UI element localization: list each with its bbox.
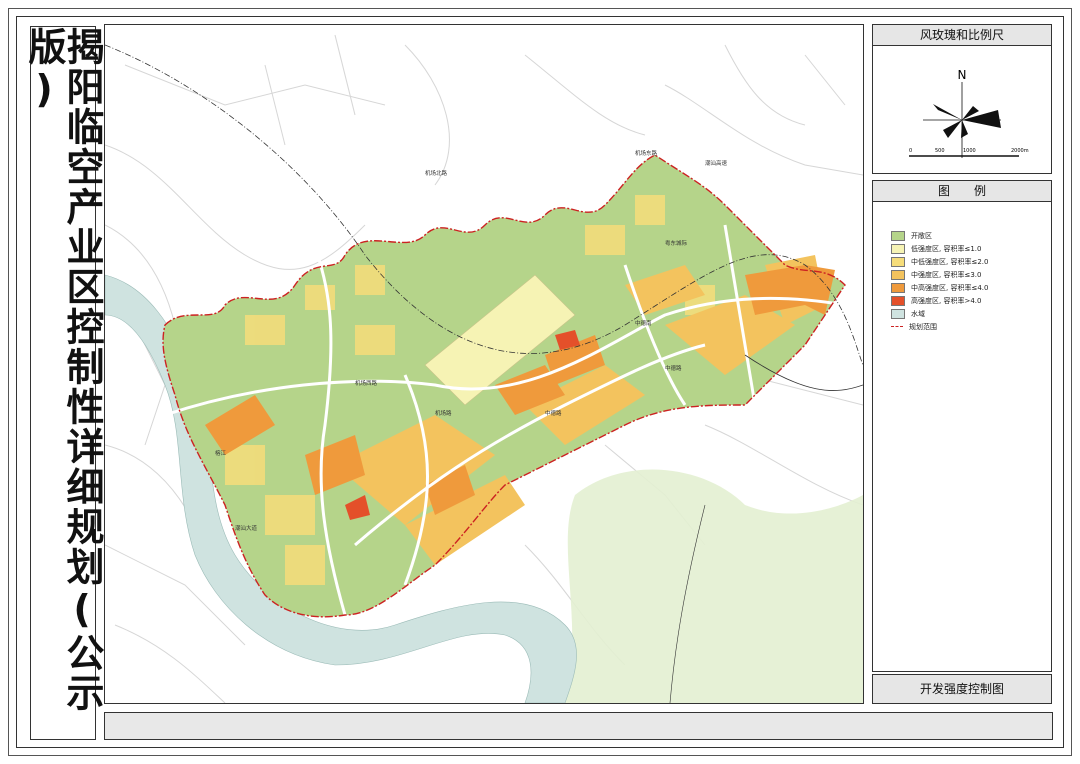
scale-tick: 1000 — [963, 148, 976, 154]
legend-item: 开敞区 — [891, 229, 988, 242]
north-label: N — [958, 68, 967, 82]
map-label: 中德南 — [635, 319, 652, 327]
legend-swatch-boundary — [891, 326, 903, 327]
legend-swatch — [891, 243, 905, 254]
map-label: 中德路 — [665, 364, 682, 372]
legend-item: 低强度区, 容积率≤1.0 — [891, 242, 988, 255]
scale-tick: 2000m — [1011, 148, 1029, 154]
drawing-title: 开发强度控制图 — [872, 674, 1052, 704]
compass-heading: 风玫瑰和比例尺 — [873, 25, 1051, 46]
legend-swatch — [891, 230, 905, 241]
map-label: 机场东路 — [635, 149, 658, 157]
legend-list: 开敞区 低强度区, 容积率≤1.0 中低强度区, 容积率≤2.0 中强度区, 容… — [891, 229, 988, 333]
legend-heading: 图 例 — [873, 181, 1051, 202]
plan-title: 揭阳临空产业区控制性详细规划(公示版) — [22, 27, 104, 713]
legend-panel: 图 例 开敞区 低强度区, 容积率≤1.0 中低强度区, 容积率≤2.0 中强度… — [872, 180, 1052, 672]
map-label: 机场西路 — [355, 379, 378, 387]
legend-label: 水域 — [911, 309, 925, 318]
compass-panel: 风玫瑰和比例尺 N 0 500 1000 2000m — [872, 24, 1052, 174]
legend-label: 低强度区, 容积率≤1.0 — [911, 244, 982, 253]
map-label: 粤东城际 — [665, 239, 688, 247]
map-label: 榕江 — [215, 449, 227, 457]
legend-swatch — [891, 282, 905, 293]
legend-item: 水域 — [891, 307, 988, 320]
wind-rose: N 0 500 1000 2000m — [909, 68, 1029, 158]
map-area[interactable]: 机场东路 机场北路 粤东城际 潮汕高速 中德南 中德路 机场西路 榕江 潮汕大道… — [104, 24, 864, 704]
legend-label: 开敞区 — [911, 231, 932, 240]
legend-item: 中高强度区, 容积率≤4.0 — [891, 281, 988, 294]
map-label: 机场北路 — [425, 169, 448, 177]
legend-label: 中高强度区, 容积率≤4.0 — [911, 283, 989, 292]
map-canvas: 机场东路 机场北路 粤东城际 潮汕高速 中德南 中德路 机场西路 榕江 潮汕大道… — [105, 34, 863, 703]
legend-item: 中低强度区, 容积率≤2.0 — [891, 255, 988, 268]
legend-item: 规划范围 — [891, 320, 988, 333]
legend-label: 中低强度区, 容积率≤2.0 — [911, 257, 989, 266]
legend-label: 中强度区, 容积率≤3.0 — [911, 270, 982, 279]
legend-swatch — [891, 269, 905, 280]
legend-swatch — [891, 256, 905, 267]
map-label: 机场路 — [435, 409, 452, 417]
hills-area — [565, 469, 863, 703]
title-panel: 揭阳临空产业区控制性详细规划(公示版) — [22, 26, 104, 740]
map-label: 中德路 — [545, 409, 562, 417]
map-label: 潮汕大道 — [235, 524, 258, 532]
map-label: 潮汕高速 — [705, 159, 728, 167]
bottom-info-bar — [104, 712, 1053, 740]
legend-label: 规划范围 — [909, 322, 937, 331]
legend-swatch — [891, 308, 905, 319]
legend-label: 高强度区, 容积率>4.0 — [911, 296, 982, 305]
scale-tick: 0 — [909, 148, 912, 154]
legend-item: 中强度区, 容积率≤3.0 — [891, 268, 988, 281]
legend-swatch — [891, 295, 905, 306]
scale-tick: 500 — [935, 148, 945, 154]
legend-item: 高强度区, 容积率>4.0 — [891, 294, 988, 307]
